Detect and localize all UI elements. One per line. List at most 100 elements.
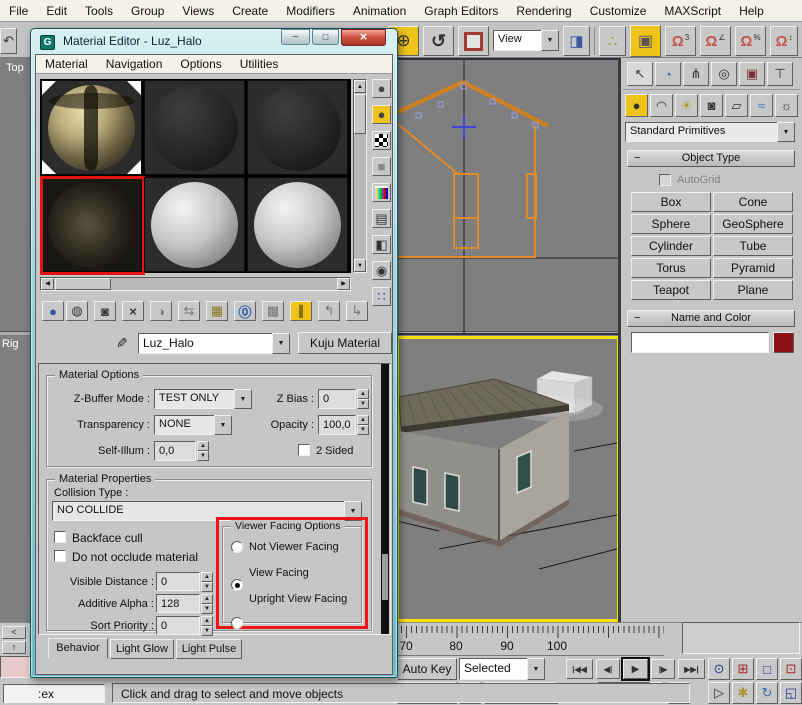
spin-up-icon[interactable]: ▲ [357,415,369,425]
category-cameras-icon[interactable]: ◙ [700,94,723,117]
chevron-down-icon[interactable]: ▼ [777,122,795,142]
make-preview-icon[interactable]: ▤ [372,209,391,228]
menu-modifiers[interactable]: Modifiers [277,0,344,22]
rotate-icon[interactable]: ↺ [423,26,454,56]
reset-material-icon[interactable]: × [122,301,144,321]
zoom-extents-all-icon[interactable]: ⊡ [780,658,802,680]
me-menu-navigation[interactable]: Navigation [97,55,172,74]
pan-hand-icon[interactable]: ✱ [732,682,754,704]
tab-hierarchy-icon[interactable]: ⋔ [683,62,709,86]
viewport-perspective-active[interactable] [396,336,620,622]
opacity-field[interactable]: 100,0 [318,415,356,435]
material-options-icon[interactable]: ◧ [372,235,391,254]
primitive-teapot-button[interactable]: Teapot [631,280,711,300]
menu-create[interactable]: Create [223,0,277,22]
field-of-view-icon[interactable]: ▷ [708,682,730,704]
chevron-down-icon[interactable]: ▼ [272,333,290,354]
spin-up-icon[interactable]: ▲ [197,441,209,451]
tab-light-glow[interactable]: Light Glow [110,639,174,659]
two-sided-checkbox[interactable] [298,444,310,456]
go-to-end-button[interactable]: ▶▶| [678,659,705,679]
zoom-extents-icon[interactable]: □ [756,658,778,680]
percent-snap-icon[interactable]: Ω% [735,26,766,56]
category-systems-icon[interactable]: ☼ [775,94,798,117]
show-end-result-icon[interactable]: ∥ [290,301,312,321]
tab-create-icon[interactable]: ↖ [627,62,653,86]
chevron-down-icon[interactable]: ▼ [234,389,252,409]
menu-rendering[interactable]: Rendering [507,0,580,22]
menu-edit[interactable]: Edit [37,0,76,22]
close-button[interactable]: × [341,29,386,46]
material-navigator-icon[interactable]: ∷ [372,287,391,306]
background-icon[interactable] [372,131,391,150]
sample-slot-selected[interactable] [41,177,142,272]
use-pivot-center-icon[interactable]: ◨ [563,26,590,56]
spin-up-icon[interactable]: ▲ [357,389,369,399]
menu-maxscript[interactable]: MAXScript [655,0,730,22]
spinner-snap-icon[interactable]: Ω↕ [770,26,798,56]
object-color-swatch[interactable] [773,332,794,353]
tab-modify-icon[interactable]: ◔ [655,62,681,86]
sample-slot[interactable] [144,80,245,175]
eyedropper-icon[interactable]: ✎ [116,335,128,352]
menu-help[interactable]: Help [730,0,773,22]
zbias-field[interactable]: 0 [318,389,356,409]
primitives-dropdown[interactable]: Standard Primitives ▼ [625,122,795,142]
reference-coordsys-dropdown[interactable]: View ▼ [493,30,559,51]
menu-animation[interactable]: Animation [344,0,415,22]
maximize-button[interactable]: □ [312,29,339,45]
vscroll-thumb[interactable] [354,94,366,134]
sample-slot[interactable] [247,80,348,175]
name-color-rollout[interactable]: −Name and Color [627,310,795,327]
menu-group[interactable]: Group [122,0,173,22]
sample-slot-active[interactable] [41,80,142,175]
assign-material-icon[interactable]: ◙ [94,301,116,321]
additive-alpha-field[interactable]: 128 [156,594,200,613]
category-geometry-icon[interactable]: ● [625,94,648,117]
occlude-checkbox[interactable] [54,550,66,562]
show-map-in-viewport-icon[interactable]: ▩ [262,301,284,321]
zoom-all-icon[interactable]: ⊞ [732,658,754,680]
material-editor-dialog[interactable]: G Material Editor - Luz_Halo – □ × Mater… [30,28,398,678]
chevron-down-icon[interactable]: ▼ [214,415,232,435]
viewport-front[interactable] [396,58,622,335]
select-manipulate-icon[interactable]: ∴ [599,26,626,56]
chevron-down-icon[interactable]: ▼ [541,30,559,51]
tab-motion-icon[interactable]: ◎ [711,62,737,86]
rollout-scroll-thumb[interactable] [382,554,388,600]
put-to-library-icon[interactable]: ▦ [206,301,228,321]
listener-scroll-button[interactable]: < [2,626,26,639]
sample-slot[interactable] [247,177,348,272]
transparency-dropdown[interactable]: NONE ▼ [154,415,232,435]
material-id-channel-icon[interactable]: ⓪ [234,301,256,321]
sort-priority-field[interactable]: 0 [156,616,200,635]
me-menu-options[interactable]: Options [171,55,230,74]
primitive-cylinder-button[interactable]: Cylinder [631,236,711,256]
rollout-scrollbar[interactable] [381,364,389,634]
sort-priority-spinner[interactable]: ▲▼ [201,616,213,635]
put-material-to-scene-icon[interactable]: ◍ [66,301,88,321]
selfillum-field[interactable]: 0,0 [154,441,196,461]
me-menu-utilities[interactable]: Utilities [231,55,288,74]
spin-down-icon[interactable]: ▼ [201,582,213,592]
scroll-left-icon[interactable]: ◀ [41,278,54,290]
menu-file[interactable]: File [0,0,37,22]
object-name-field[interactable] [631,332,769,353]
angle-snap-icon[interactable]: Ω∠ [700,26,731,56]
primitive-torus-button[interactable]: Torus [631,258,711,278]
autogrid-checkbox[interactable] [659,174,671,186]
primitive-cone-button[interactable]: Cone [713,192,793,212]
spin-up-icon[interactable]: ▲ [201,616,213,626]
primitive-tube-button[interactable]: Tube [713,236,793,256]
primitive-sphere-button[interactable]: Sphere [631,214,711,234]
get-material-icon[interactable]: ● [42,301,64,321]
view-facing-radio[interactable] [231,579,243,591]
scroll-up-icon[interactable]: ▲ [354,80,366,93]
spin-down-icon[interactable]: ▼ [201,626,213,636]
viewport-label-right[interactable]: Rig [2,338,29,350]
auto-key-button[interactable]: Auto Key [397,658,457,680]
arc-rotate-icon[interactable]: ↻ [756,682,778,704]
go-to-start-button[interactable]: |◀◀ [566,659,593,679]
go-to-sibling-icon[interactable]: ↳ [346,301,368,321]
chevron-down-icon[interactable]: ▼ [527,658,545,680]
